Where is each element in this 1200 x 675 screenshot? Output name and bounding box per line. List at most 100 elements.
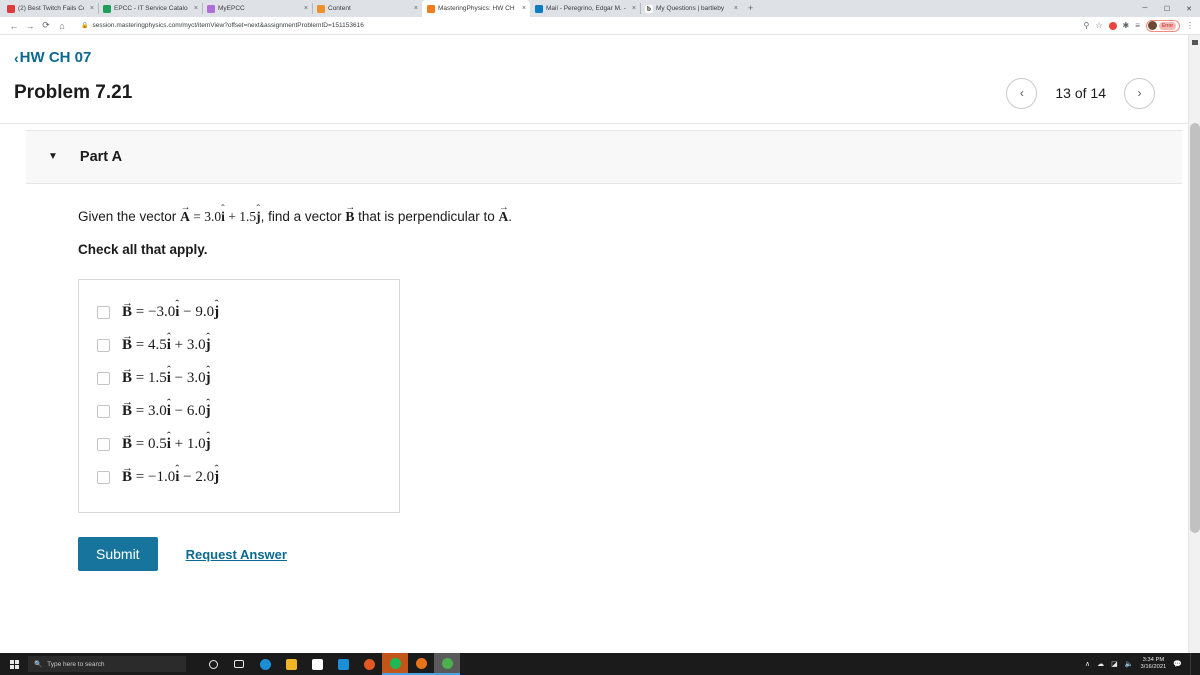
back-button[interactable]: ←: [6, 21, 22, 31]
address-bar[interactable]: 🔒 session.masteringphysics.com/myct/item…: [74, 19, 1079, 32]
minimize-button[interactable]: ─: [1134, 0, 1156, 17]
chrome-icon[interactable]: [434, 653, 460, 675]
i-hat-symbol: ˆi: [166, 429, 171, 453]
problem-header: Problem 7.21 ‹ 13 of 14 ›: [0, 68, 1200, 124]
option-checkbox[interactable]: [97, 339, 110, 353]
browser-tab[interactable]: EPCC - IT Service Catalog - Black ×: [98, 0, 202, 17]
spotify-icon[interactable]: [382, 653, 408, 675]
part-header[interactable]: ▼ Part A: [26, 130, 1182, 183]
page-scrollbar[interactable]: [1188, 35, 1200, 654]
option-checkbox[interactable]: [97, 372, 110, 386]
option-checkbox[interactable]: [97, 306, 110, 320]
speaker-icon[interactable]: 🔈: [1125, 660, 1134, 668]
tab-close-icon[interactable]: ×: [632, 5, 636, 12]
scrollbar-thumb[interactable]: [1190, 123, 1200, 533]
vector-b-symbol: → B: [122, 329, 133, 354]
question-middle: , find a vector: [260, 208, 346, 224]
option-checkbox[interactable]: [97, 438, 110, 452]
tab-close-icon[interactable]: ×: [414, 5, 418, 12]
browser-tab[interactable]: b My Questions | bartleby ×: [640, 0, 742, 17]
home-button[interactable]: ⌂: [54, 21, 70, 31]
tab-close-icon[interactable]: ×: [522, 5, 526, 12]
j-hat-symbol: ˆj: [256, 202, 261, 224]
j-hat-symbol: ˆj: [205, 363, 211, 387]
adblock-icon[interactable]: [1108, 21, 1117, 30]
next-problem-button[interactable]: ›: [1124, 77, 1155, 109]
request-answer-link[interactable]: Request Answer: [186, 547, 287, 562]
option-label: → B = 1.5 ˆ i − 3.0 ˆ j: [122, 362, 211, 387]
breadcrumb-link-assignment[interactable]: ‹ HW CH 07: [14, 49, 91, 66]
tab-title: EPCC - IT Service Catalog - Black: [114, 5, 188, 12]
vector-b-symbol: → B: [122, 362, 133, 387]
reload-button[interactable]: ⟳: [38, 20, 54, 31]
browser-menu-icon[interactable]: ⋮: [1186, 21, 1194, 30]
masteringphysics-icon: [427, 4, 435, 13]
tab-title: MyEPCC: [218, 5, 245, 12]
mail-icon[interactable]: [330, 653, 356, 675]
profile-avatar[interactable]: Error: [1145, 19, 1180, 32]
option-label: → B = 0.5 ˆ i + 1.0 ˆ j: [122, 428, 211, 453]
plus-sign: +: [228, 208, 236, 224]
bookmark-star-icon[interactable]: ☆: [1095, 21, 1102, 30]
extensions-icon[interactable]: ✱: [1123, 21, 1130, 30]
chevron-down-icon[interactable]: ▼: [48, 151, 58, 162]
close-window-button[interactable]: ✕: [1178, 0, 1200, 17]
vector-a-symbol: → A: [180, 202, 191, 224]
taskbar-search-input[interactable]: 🔍 Type here to search: [28, 656, 186, 672]
breadcrumb: ‹ HW CH 07: [0, 35, 1200, 68]
option-row[interactable]: → B = 0.5 ˆ i + 1.0 ˆ j: [79, 428, 399, 461]
actions-row: Submit Request Answer: [78, 537, 1200, 572]
tab-close-icon[interactable]: ×: [194, 5, 198, 12]
option-row[interactable]: → B = 4.5 ˆ i + 3.0 ˆ j: [79, 329, 399, 362]
browser-tab[interactable]: Content ×: [312, 0, 422, 17]
tray-expand-icon[interactable]: ∧: [1085, 660, 1090, 668]
reading-list-icon[interactable]: ≡: [1135, 21, 1140, 30]
browser-tab[interactable]: (2) Best Twitch Fails Compilation ×: [2, 0, 98, 17]
task-view-icon[interactable]: [226, 653, 252, 675]
vector-b-symbol: → B: [345, 202, 356, 224]
firefox-icon[interactable]: [356, 653, 382, 675]
option-checkbox[interactable]: [97, 405, 110, 419]
start-button[interactable]: [0, 659, 28, 669]
cortana-icon[interactable]: [200, 653, 226, 675]
forward-button[interactable]: →: [22, 21, 38, 31]
vlc-icon[interactable]: [408, 653, 434, 675]
question-suffix: that is perpendicular to: [354, 208, 499, 224]
i-hat-symbol: ˆi: [221, 202, 225, 224]
onedrive-cloud-icon[interactable]: ☁: [1097, 660, 1104, 668]
new-tab-button[interactable]: +: [742, 0, 759, 17]
browser-tab[interactable]: Mail - Peregrino, Edgar M. - Outl ×: [530, 0, 640, 17]
notification-icon[interactable]: 💬: [1173, 660, 1182, 668]
microsoft-store-icon[interactable]: [304, 653, 330, 675]
browser-tab[interactable]: MyEPCC ×: [202, 0, 312, 17]
submit-button[interactable]: Submit: [78, 537, 158, 572]
search-icon[interactable]: ⚲: [1083, 21, 1089, 30]
option-row[interactable]: → B = −1.0 ˆ i − 2.0 ˆ j: [79, 461, 399, 494]
prev-problem-button[interactable]: ‹: [1006, 77, 1038, 109]
option-row[interactable]: → B = 1.5 ˆ i − 3.0 ˆ j: [79, 362, 399, 395]
pager-label: 13 of 14: [1055, 85, 1106, 101]
i-hat-symbol: ˆi: [166, 363, 171, 387]
show-desktop-button[interactable]: [1190, 653, 1200, 675]
edge-icon[interactable]: [252, 653, 278, 675]
content-icon: [317, 4, 325, 13]
network-icon[interactable]: ◪: [1111, 660, 1118, 668]
tab-strip: (2) Best Twitch Fails Compilation × EPCC…: [0, 0, 1200, 17]
j-hat-symbol: ˆj: [214, 462, 220, 486]
tab-close-icon[interactable]: ×: [90, 5, 94, 12]
browser-tab-active[interactable]: MasteringPhysics: HW CH 07 ×: [422, 0, 530, 17]
part-label: Part A: [79, 148, 123, 165]
option-row[interactable]: → B = −3.0 ˆ i − 9.0 ˆ j: [79, 296, 399, 329]
clock-date: 3/16/2021: [1140, 664, 1167, 670]
tab-close-icon[interactable]: ×: [734, 5, 738, 12]
i-hat-symbol: ˆi: [166, 330, 171, 354]
option-row[interactable]: → B = 3.0 ˆ i − 6.0 ˆ j: [79, 395, 399, 428]
option-label: → B = 4.5 ˆ i + 3.0 ˆ j: [122, 329, 211, 354]
file-explorer-icon[interactable]: [278, 653, 304, 675]
part-body: Given the vector → A = 3.0 ˆ i + 1.5 ˆ j, fin…: [0, 183, 1200, 572]
question-prefix: Given the vector: [78, 208, 181, 224]
maximize-button[interactable]: ☐: [1156, 0, 1178, 17]
taskbar-clock[interactable]: 3:34 PM 3/16/2021: [1140, 657, 1166, 670]
tab-close-icon[interactable]: ×: [304, 5, 308, 12]
option-checkbox[interactable]: [97, 471, 110, 485]
